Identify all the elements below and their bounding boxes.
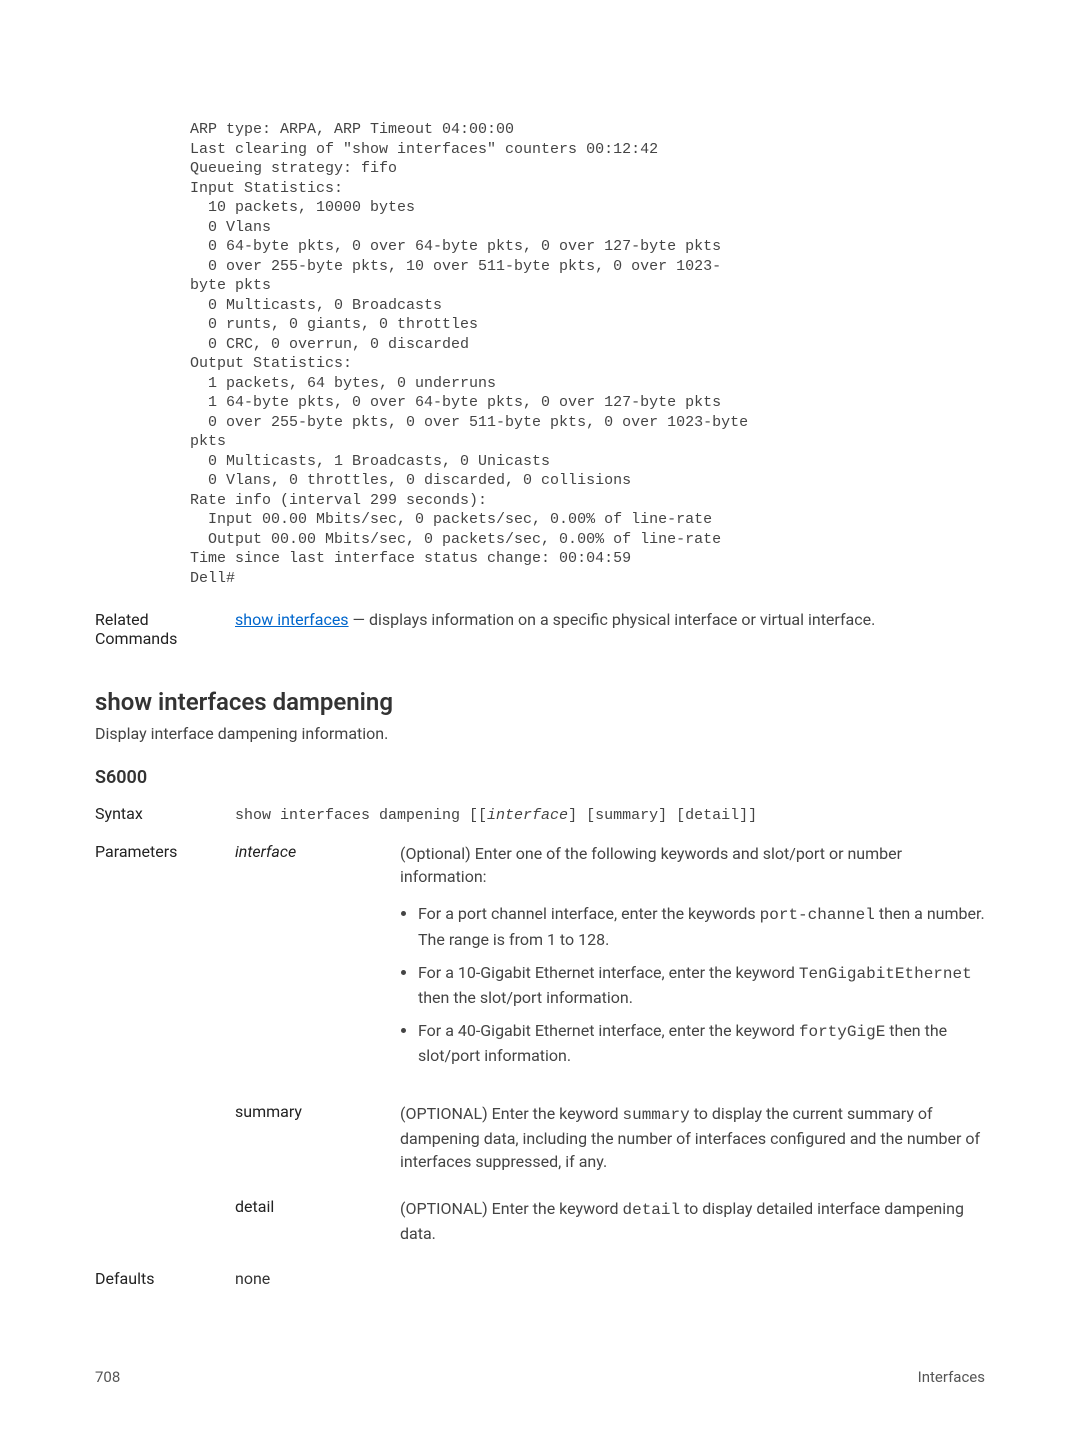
defaults-value: none [235, 1269, 985, 1288]
related-commands-row: Related Commands show interfaces — displ… [95, 610, 985, 648]
syntax-row: Syntax show interfaces dampening [[inter… [95, 804, 985, 824]
section-intro: Display interface dampening information. [95, 724, 985, 743]
parameters-label: Parameters [95, 842, 235, 1269]
defaults-label: Defaults [95, 1269, 235, 1288]
list-item: For a 10-Gigabit Ethernet interface, ent… [418, 961, 985, 1009]
list-item: For a port channel interface, enter the … [418, 902, 985, 950]
s6000-label: S6000 [95, 767, 985, 788]
code-block: ARP type: ARPA, ARP Timeout 04:00:00 Las… [190, 120, 985, 588]
param-summary-row: summary (OPTIONAL) Enter the keyword sum… [235, 1102, 985, 1174]
related-commands-desc: — displays information on a specific phy… [349, 610, 876, 629]
show-interfaces-link[interactable]: show interfaces [235, 610, 349, 629]
param-detail-row: detail (OPTIONAL) Enter the keyword deta… [235, 1197, 985, 1245]
param-interface-desc: (Optional) Enter one of the following ke… [400, 844, 902, 886]
related-commands-label: Related Commands [95, 610, 235, 648]
parameters-block: Parameters interface (Optional) Enter on… [95, 842, 985, 1269]
param-detail-name: detail [235, 1197, 400, 1245]
param-interface-bullets: For a port channel interface, enter the … [400, 902, 985, 1067]
defaults-row: Defaults none [95, 1269, 985, 1288]
syntax-label: Syntax [95, 804, 235, 824]
param-summary-desc: (OPTIONAL) Enter the keyword summary to … [400, 1102, 985, 1174]
page-number: 708 [95, 1368, 120, 1386]
param-summary-name: summary [235, 1102, 400, 1174]
syntax-value: show interfaces dampening [[interface] [… [235, 807, 757, 824]
param-interface-name: interface [235, 842, 400, 1078]
section-heading: show interfaces dampening [95, 688, 985, 716]
list-item: For a 40-Gigabit Ethernet interface, ent… [418, 1019, 985, 1067]
param-interface-row: interface (Optional) Enter one of the fo… [235, 842, 985, 1078]
param-detail-desc: (OPTIONAL) Enter the keyword detail to d… [400, 1197, 985, 1245]
footer-section-name: Interfaces [918, 1368, 985, 1386]
page-footer: 708 Interfaces [95, 1368, 985, 1386]
